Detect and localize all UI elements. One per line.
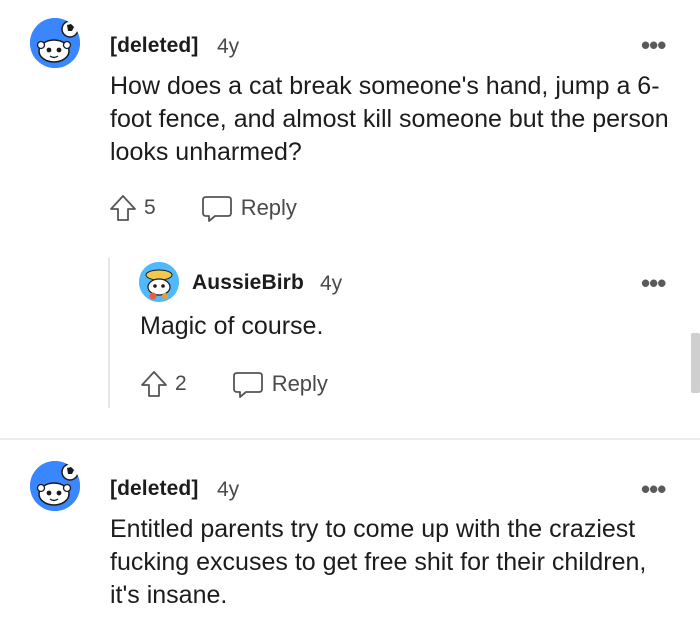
snoo-avatar-icon[interactable] xyxy=(30,18,80,68)
more-options-icon[interactable]: ••• xyxy=(641,270,666,296)
comment-author[interactable]: [deleted] xyxy=(110,34,198,58)
upvote-count: 2 xyxy=(175,372,187,395)
reply-label: Reply xyxy=(271,371,328,396)
chat-bubble-icon xyxy=(232,372,263,398)
more-options-icon[interactable]: ••• xyxy=(641,476,666,502)
reply-label: Reply xyxy=(240,195,297,220)
comment-age: 4y xyxy=(217,35,240,58)
snoo-avatar-icon[interactable] xyxy=(139,262,179,302)
reply-button[interactable]: Reply xyxy=(201,193,297,223)
reply-button[interactable]: Reply xyxy=(232,369,328,399)
comment-divider xyxy=(0,438,700,440)
comment-author[interactable]: AussieBirb xyxy=(192,271,304,295)
upvote-control[interactable]: 5 xyxy=(108,193,156,223)
upvote-arrow-icon[interactable] xyxy=(139,369,169,399)
comment-body: How does a cat break someone's hand, jum… xyxy=(110,72,669,166)
upvote-arrow-icon[interactable] xyxy=(108,193,138,223)
snoo-avatar-icon[interactable] xyxy=(30,461,80,511)
chat-bubble-icon xyxy=(201,196,232,222)
scrollbar-thumb[interactable] xyxy=(691,333,700,393)
comment-body: Magic of course. xyxy=(140,312,324,340)
comment-actions: 5 Reply xyxy=(108,193,297,223)
thread-line[interactable] xyxy=(108,258,110,408)
comment-age: 4y xyxy=(320,272,343,295)
comment-body: Entitled parents try to come up with the… xyxy=(110,515,647,609)
comment-author[interactable]: [deleted] xyxy=(110,477,198,501)
upvote-control[interactable]: 2 xyxy=(139,369,187,399)
upvote-count: 5 xyxy=(144,196,156,219)
more-options-icon[interactable]: ••• xyxy=(641,32,666,58)
comment-age: 4y xyxy=(217,478,240,501)
comment-actions: 2 Reply xyxy=(139,369,328,399)
